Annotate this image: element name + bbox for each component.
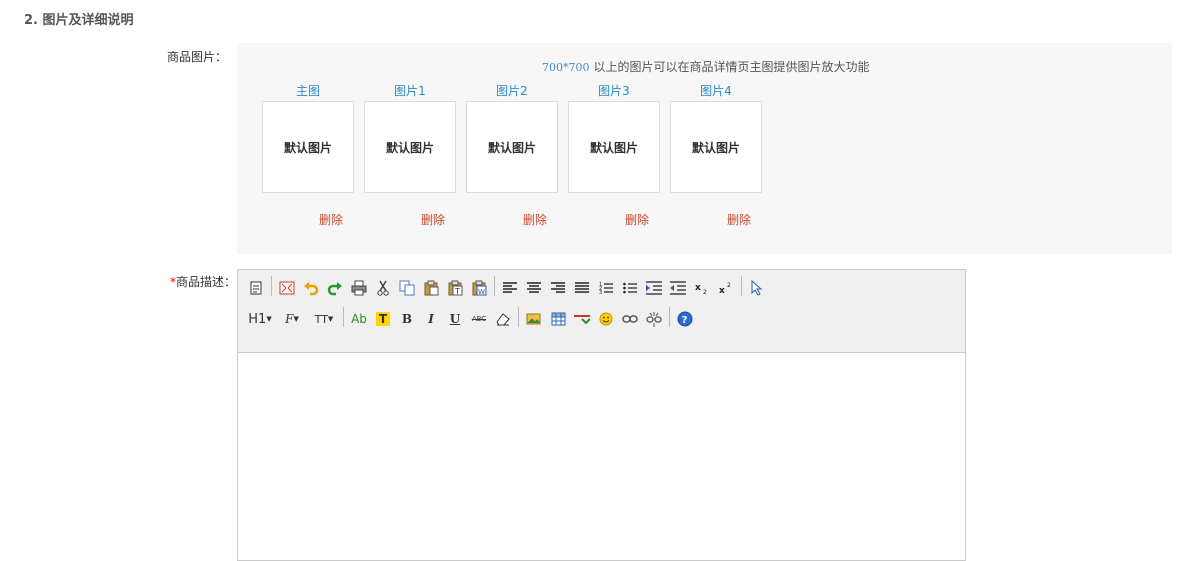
paste-text-icon[interactable]: T <box>445 278 465 298</box>
toolbar-separator <box>271 276 272 296</box>
svg-text:3: 3 <box>599 290 602 295</box>
svg-text:x: x <box>695 283 701 293</box>
description-label: *商品描述： <box>170 273 236 290</box>
toolbar-separator <box>741 276 742 296</box>
svg-text:2: 2 <box>703 289 707 295</box>
justify-icon[interactable] <box>572 278 592 298</box>
align-center-icon[interactable] <box>524 278 544 298</box>
delete-image-link[interactable]: 删除 <box>727 211 751 228</box>
chevron-down-icon: ▼ <box>293 315 299 323</box>
image-slot-main: 主图 默认图片 删除 <box>262 81 354 227</box>
svg-text:W: W <box>478 288 485 296</box>
delete-image-link[interactable]: 删除 <box>319 211 343 228</box>
outdent-icon[interactable] <box>668 278 688 298</box>
indent-icon[interactable] <box>644 278 664 298</box>
strikethrough-label: ABC <box>471 315 487 323</box>
highlight-button[interactable]: T <box>373 309 393 329</box>
paste-word-icon[interactable]: W <box>469 278 489 298</box>
unordered-list-icon[interactable] <box>620 278 640 298</box>
font-size-label: TT <box>314 312 328 326</box>
toolbar-row-2: H1 ▼ F ▼ TT ▼ Ab T B I U ABC ? <box>246 307 699 331</box>
section-title: 2. 图片及详细说明 <box>24 13 134 28</box>
heading-label: H1 <box>248 311 267 327</box>
font-size-dropdown[interactable]: TT ▼ <box>310 309 338 329</box>
strikethrough-button[interactable]: ABC <box>469 309 489 329</box>
image-upload-box[interactable]: 默认图片 <box>262 101 354 193</box>
help-icon[interactable]: ? <box>675 309 695 329</box>
svg-text:x: x <box>719 286 725 295</box>
insert-table-icon[interactable] <box>548 309 568 329</box>
toolbar-row-1: T W 123 x2 x2 <box>246 276 771 300</box>
image-upload-box[interactable]: 默认图片 <box>568 101 660 193</box>
unlink-icon[interactable] <box>644 309 664 329</box>
emoticon-icon[interactable] <box>596 309 616 329</box>
source-icon[interactable] <box>246 278 266 298</box>
subscript-icon[interactable]: x2 <box>692 278 712 298</box>
forecolor-label: Ab <box>351 312 367 326</box>
svg-text:2: 2 <box>727 282 731 289</box>
paste-icon[interactable] <box>421 278 441 298</box>
underline-button[interactable]: U <box>445 309 465 329</box>
svg-text:?: ? <box>682 315 688 326</box>
underline-label: U <box>449 312 461 326</box>
select-all-icon[interactable] <box>747 278 767 298</box>
align-left-icon[interactable] <box>500 278 520 298</box>
forecolor-button[interactable]: Ab <box>349 309 369 329</box>
fullscreen-icon[interactable] <box>277 278 297 298</box>
image-slot-title: 图片1 <box>394 84 426 98</box>
chevron-down-icon: ▼ <box>327 315 334 323</box>
image-slot-2: 图片2 默认图片 删除 <box>466 81 558 227</box>
toolbar-separator <box>518 307 519 327</box>
image-slot-title: 主图 <box>295 84 320 98</box>
description-label-text: 商品描述： <box>176 275 237 289</box>
image-upload-box[interactable]: 默认图片 <box>466 101 558 193</box>
image-hint: 700*700 以上的图片可以在商品详情页主图提供图片放大功能 <box>542 58 870 75</box>
image-upload-box[interactable]: 默认图片 <box>670 101 762 193</box>
image-slot-title: 图片3 <box>598 84 630 98</box>
font-family-label: F <box>285 312 294 326</box>
eraser-icon[interactable] <box>493 309 513 329</box>
superscript-icon[interactable]: x2 <box>716 278 736 298</box>
heading-dropdown[interactable]: H1 ▼ <box>246 309 274 329</box>
chevron-down-icon: ▼ <box>266 315 272 323</box>
align-right-icon[interactable] <box>548 278 568 298</box>
editor-toolbar: T W 123 x2 x2 H1 ▼ F ▼ TT ▼ Ab T B I U A… <box>238 270 965 353</box>
images-label: 商品图片： <box>167 50 228 64</box>
editor-content-area[interactable] <box>238 353 965 560</box>
image-panel: 700*700 以上的图片可以在商品详情页主图提供图片放大功能 主图 默认图片 删… <box>237 43 1172 254</box>
toolbar-separator <box>494 276 495 296</box>
font-family-dropdown[interactable]: F ▼ <box>278 309 306 329</box>
svg-text:T: T <box>454 287 460 296</box>
copy-icon[interactable] <box>397 278 417 298</box>
redo-icon[interactable] <box>325 278 345 298</box>
delete-image-link[interactable]: 删除 <box>421 211 445 228</box>
delete-image-link[interactable]: 删除 <box>625 211 649 228</box>
insert-image-icon[interactable] <box>524 309 544 329</box>
image-hint-dimension: 700*700 <box>542 61 590 74</box>
image-slot-3: 图片3 默认图片 删除 <box>568 81 660 227</box>
toolbar-separator <box>669 307 670 327</box>
italic-label: I <box>428 312 434 326</box>
cut-icon[interactable] <box>373 278 393 298</box>
image-hint-text: 以上的图片可以在商品详情页主图提供图片放大功能 <box>593 60 870 74</box>
link-icon[interactable] <box>620 309 640 329</box>
image-slot-4: 图片4 默认图片 删除 <box>670 81 762 227</box>
image-slot-title: 图片2 <box>496 84 528 98</box>
horizontal-rule-icon[interactable] <box>572 309 592 329</box>
toolbar-separator <box>343 307 344 327</box>
italic-button[interactable]: I <box>421 309 441 329</box>
highlight-label: T <box>375 312 391 326</box>
print-icon[interactable] <box>349 278 369 298</box>
image-slot-title: 图片4 <box>700 84 732 98</box>
delete-image-link[interactable]: 删除 <box>523 211 547 228</box>
image-slot-1: 图片1 默认图片 删除 <box>364 81 456 227</box>
ordered-list-icon[interactable]: 123 <box>596 278 616 298</box>
image-upload-box[interactable]: 默认图片 <box>364 101 456 193</box>
bold-label: B <box>401 312 413 326</box>
bold-button[interactable]: B <box>397 309 417 329</box>
undo-icon[interactable] <box>301 278 321 298</box>
rich-text-editor: T W 123 x2 x2 H1 ▼ F ▼ TT ▼ Ab T B I U A… <box>237 269 966 561</box>
